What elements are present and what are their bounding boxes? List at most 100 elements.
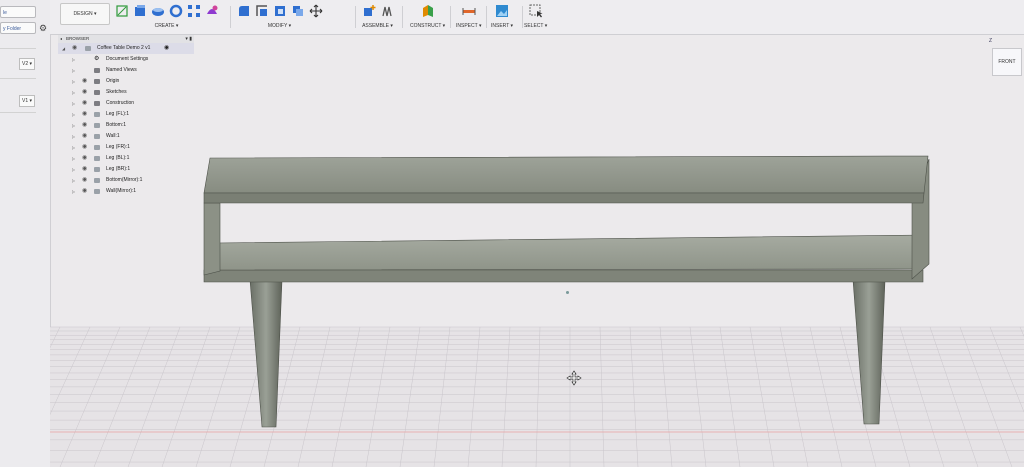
version-select-1[interactable]: V2 ▾	[19, 58, 35, 70]
body-icon	[94, 167, 100, 172]
visibility-eye-icon[interactable]: ◉	[82, 153, 87, 164]
tree-item[interactable]: ▷ Named Views	[58, 65, 194, 76]
visibility-eye-icon[interactable]: ◉	[82, 120, 87, 131]
pattern-icon[interactable]	[186, 4, 201, 19]
tree-item-label: Document Settings	[106, 56, 149, 62]
version-select-2[interactable]: V1 ▾	[19, 95, 35, 107]
expand-arrow-icon[interactable]: ▷	[72, 120, 75, 131]
select-label[interactable]: SELECT ▾	[524, 23, 547, 29]
construct-label[interactable]: CONSTRUCT ▾	[410, 23, 445, 29]
combine-icon[interactable]	[290, 4, 305, 19]
tree-item[interactable]: ▷ ◉ Wall:1	[58, 131, 194, 142]
press-pull-icon[interactable]	[236, 4, 251, 19]
extrude-icon[interactable]	[132, 4, 147, 19]
visibility-eye-icon[interactable]: ◉	[82, 87, 87, 98]
tree-item[interactable]: ▷ ◉ Sketches	[58, 87, 194, 98]
browser-header[interactable]: ◂ BROWSER ▾ ▮	[58, 35, 194, 43]
joint-icon[interactable]	[379, 4, 394, 19]
tree-item[interactable]: ▷ ◉ Bottom:1	[58, 120, 194, 131]
offset-plane-icon[interactable]	[420, 4, 435, 19]
expand-arrow-icon[interactable]: ▷	[72, 153, 75, 164]
visibility-eye-icon[interactable]: ◉	[82, 76, 87, 87]
browser-pin-icon[interactable]: ▾ ▮	[185, 35, 192, 43]
revolve-icon[interactable]	[150, 4, 165, 19]
collapse-icon[interactable]: ◂	[60, 35, 62, 43]
tree-item-label: Wall:1	[106, 133, 120, 139]
construct-label-text: CONSTRUCT	[410, 23, 442, 29]
expand-arrow-icon[interactable]: ▷	[72, 175, 75, 186]
main-toolbar: DESIGN ▾ CREATE ▾ MODIFY ▾ ASSEMBLE ▾ CO…	[50, 0, 1024, 35]
visibility-eye-icon[interactable]: ◉	[82, 186, 87, 197]
form-icon[interactable]	[204, 4, 219, 19]
tree-item[interactable]: ▷ ◉ Leg (FR):1	[58, 142, 194, 153]
visibility-eye-icon[interactable]: ◉	[72, 43, 77, 54]
body-icon	[94, 134, 100, 139]
expand-arrow-icon[interactable]: ▷	[72, 54, 75, 65]
visibility-eye-icon[interactable]: ◉	[82, 131, 87, 142]
expand-arrow-icon[interactable]: ▷	[72, 164, 75, 175]
tree-item[interactable]: ▷ ◉ Construction	[58, 98, 194, 109]
create-sketch-icon[interactable]	[114, 4, 129, 19]
panel-divider	[0, 48, 36, 49]
select-group: SELECT ▾	[524, 2, 547, 32]
assemble-label-text: ASSEMBLE	[362, 23, 390, 29]
new-folder-button[interactable]: y Folder	[0, 22, 36, 34]
insert-label-text: INSERT	[491, 23, 510, 29]
document-icon	[85, 46, 91, 51]
move-icon[interactable]	[308, 4, 323, 19]
shell-icon[interactable]	[272, 4, 287, 19]
sweep-icon[interactable]	[168, 4, 183, 19]
measure-icon[interactable]	[461, 4, 476, 19]
settings-gear-icon[interactable]: ⚙	[39, 23, 47, 34]
body-icon	[94, 178, 100, 183]
tree-item-label: Sketches	[106, 89, 127, 95]
insert-label[interactable]: INSERT ▾	[491, 23, 513, 29]
tree-item[interactable]: ▷ ◉ Leg (BR):1	[58, 164, 194, 175]
inspect-label[interactable]: INSPECT ▾	[456, 23, 482, 29]
tree-item-label: Leg (BR):1	[106, 166, 131, 172]
select-cursor-icon[interactable]	[528, 4, 543, 19]
expand-arrow-icon[interactable]: ▷	[72, 109, 75, 120]
inspect-label-text: INSPECT	[456, 23, 478, 29]
expand-arrow-icon[interactable]: ▷	[72, 98, 75, 109]
folder-icon	[94, 90, 100, 95]
expand-arrow-icon[interactable]: ▷	[72, 65, 75, 76]
visibility-eye-icon[interactable]: ◉	[82, 164, 87, 175]
insert-image-icon[interactable]	[495, 4, 510, 19]
inspect-group: INSPECT ▾	[456, 2, 482, 32]
tree-item[interactable]: ▷ ◉ Leg (BL):1	[58, 153, 194, 164]
tree-item[interactable]: ▷ ◉ Bottom(Mirror):1	[58, 175, 194, 186]
version-value-1: V2	[21, 61, 29, 67]
viewcube[interactable]: FRONT	[992, 48, 1022, 76]
fillet-icon[interactable]	[254, 4, 269, 19]
expand-arrow-icon[interactable]: ◢	[62, 43, 65, 54]
active-indicator-icon[interactable]: ◉	[164, 43, 169, 54]
expand-arrow-icon[interactable]: ▷	[72, 142, 75, 153]
toolbar-separator	[450, 6, 451, 28]
modify-label[interactable]: MODIFY ▾	[236, 23, 323, 29]
canvas-viewport[interactable]	[50, 35, 1024, 467]
visibility-eye-icon[interactable]: ◉	[82, 98, 87, 109]
pan-cursor-icon	[566, 370, 582, 391]
tree-item[interactable]: ▷ ⚙ Document Settings	[58, 54, 194, 65]
tree-root[interactable]: ◢ ◉ Coffee Table Demo 2 v1 ◉	[58, 43, 194, 54]
workspace-switcher[interactable]: DESIGN ▾	[60, 3, 110, 25]
create-label[interactable]: CREATE ▾	[114, 23, 219, 29]
tree-item[interactable]: ▷ ◉ Leg (FL):1	[58, 109, 194, 120]
visibility-eye-icon[interactable]: ◉	[82, 175, 87, 186]
visibility-eye-icon[interactable]: ◉	[82, 109, 87, 120]
body-icon	[94, 112, 100, 117]
expand-arrow-icon[interactable]: ▷	[72, 76, 75, 87]
expand-arrow-icon[interactable]: ▷	[72, 87, 75, 98]
panel-top-button[interactable]: le	[0, 6, 36, 18]
visibility-eye-icon[interactable]: ◉	[82, 142, 87, 153]
body-icon	[94, 156, 100, 161]
expand-arrow-icon[interactable]: ▷	[72, 186, 75, 197]
panel-divider	[0, 112, 36, 113]
tree-item[interactable]: ▷ ◉ Wall(Mirror):1	[58, 186, 194, 197]
new-component-icon[interactable]	[361, 4, 376, 19]
expand-arrow-icon[interactable]: ▷	[72, 131, 75, 142]
assemble-label[interactable]: ASSEMBLE ▾	[361, 23, 394, 29]
tree-items: ▷ ⚙ Document Settings ▷ Named Views ▷ ◉ Origin ▷…	[58, 54, 194, 197]
tree-item[interactable]: ▷ ◉ Origin	[58, 76, 194, 87]
